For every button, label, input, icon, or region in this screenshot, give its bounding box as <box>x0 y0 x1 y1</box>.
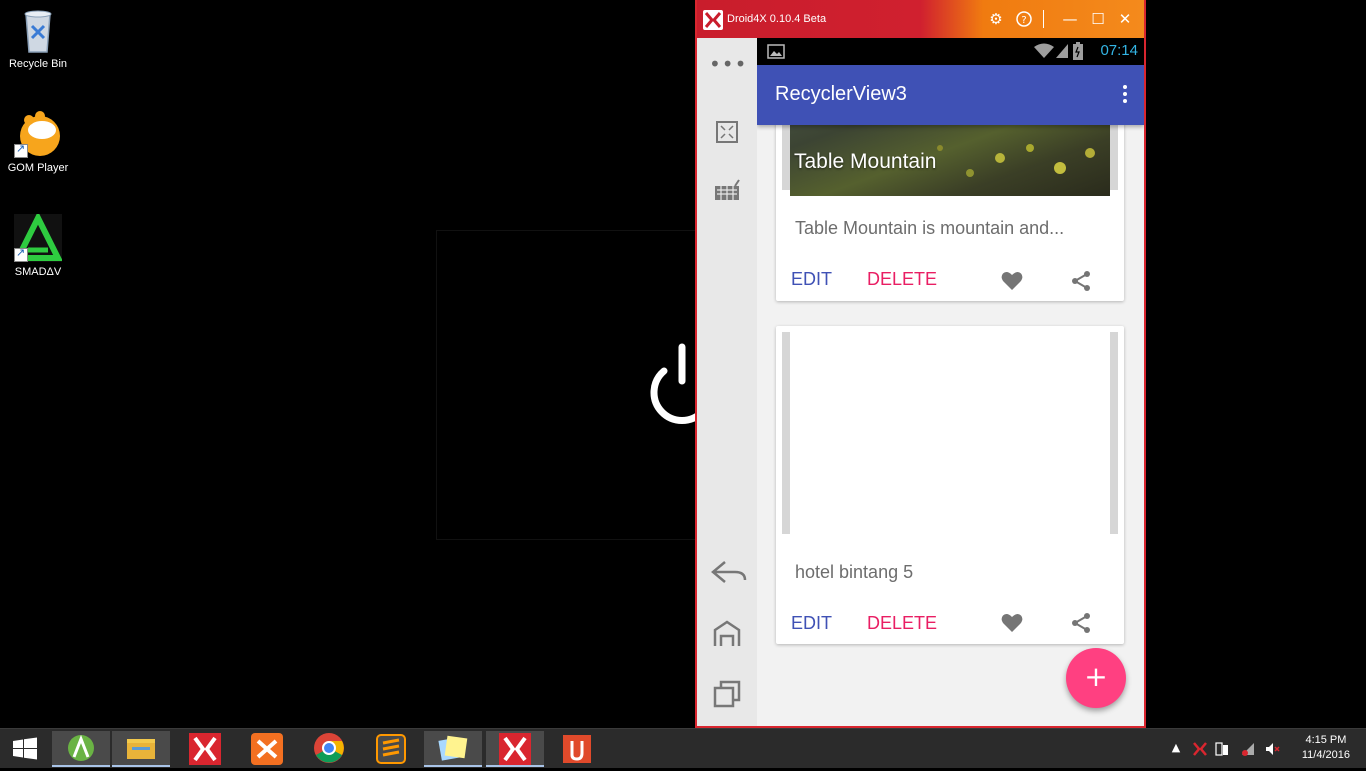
svg-text:?: ? <box>1021 15 1026 26</box>
edit-button[interactable]: EDIT <box>791 613 832 634</box>
app-bar: RecyclerView3 <box>757 65 1144 125</box>
fullscreen-icon[interactable] <box>709 114 745 150</box>
card-hotel: hotel bintang 5 EDIT DELETE <box>776 326 1124 644</box>
help-icon[interactable]: ? <box>1013 8 1035 30</box>
droid4x-logo-icon <box>703 10 723 30</box>
taskbar-file-explorer-icon[interactable] <box>112 731 170 767</box>
android-screen: 07:14 RecyclerView3 Table Mountain Table… <box>757 38 1144 726</box>
status-time: 07:14 <box>1100 42 1138 59</box>
gom-player-icon <box>14 110 62 158</box>
shortcut-arrow-icon <box>14 142 28 158</box>
title-separator <box>1043 10 1044 28</box>
emulator-window: Droid4X 0.10.4 Beta ⚙ ? — ☐ ✕ ••• 07:14 … <box>695 0 1146 728</box>
keyboard-icon[interactable] <box>709 174 745 210</box>
recent-apps-icon[interactable] <box>709 676 745 712</box>
favorite-heart-icon[interactable] <box>1000 269 1024 293</box>
favorite-heart-icon[interactable] <box>1000 611 1024 635</box>
taskbar-pdf-icon[interactable] <box>548 731 606 767</box>
taskbar-android-studio-icon[interactable] <box>52 731 110 767</box>
add-fab-button[interactable]: + <box>1066 648 1126 708</box>
overflow-menu-icon[interactable] <box>1120 85 1130 107</box>
card-description: hotel bintang 5 <box>795 562 914 582</box>
desktop-icon-smadav[interactable]: SMADΔV <box>0 211 76 278</box>
smadav-icon <box>13 211 63 262</box>
wifi-icon <box>1033 43 1055 63</box>
delete-button[interactable]: DELETE <box>867 269 937 290</box>
card-image-frame <box>782 332 1118 534</box>
minimize-icon[interactable]: — <box>1059 8 1081 30</box>
desktop-icon-recycle-bin[interactable]: Recycle Bin <box>0 6 76 70</box>
card-image-empty <box>790 332 1110 534</box>
back-icon[interactable] <box>709 554 747 590</box>
card-image-title: Table Mountain <box>794 150 937 173</box>
tray-network-icon[interactable] <box>1240 741 1256 757</box>
recycle-bin-label: Recycle Bin <box>8 58 68 70</box>
delete-button[interactable]: DELETE <box>867 613 937 634</box>
emulator-title: Droid4X 0.10.4 Beta <box>727 13 827 25</box>
card-description: Table Mountain is mountain and... <box>795 218 1065 238</box>
taskbar-chrome-icon[interactable] <box>300 731 358 767</box>
battery-icon <box>1073 42 1083 64</box>
recycle-bin-icon <box>14 6 62 54</box>
maximize-icon[interactable]: ☐ <box>1087 8 1109 30</box>
desktop-icon-gom-player[interactable]: GOM Player <box>0 110 76 174</box>
gom-player-label: GOM Player <box>7 162 69 174</box>
home-icon[interactable] <box>709 616 745 652</box>
app-title: RecyclerView3 <box>775 83 907 105</box>
emulator-title-bar[interactable]: Droid4X 0.10.4 Beta ⚙ ? — ☐ ✕ <box>697 0 1144 38</box>
signal-icon <box>1055 43 1069 63</box>
emulator-sidebar: ••• <box>697 38 757 726</box>
status-bar: 07:14 <box>757 38 1144 65</box>
taskbar-sublime-icon[interactable] <box>362 731 420 767</box>
smadav-label: SMADΔV <box>14 266 62 278</box>
clock-date: 11/4/2016 <box>1301 749 1350 761</box>
taskbar-droid4x-icon[interactable] <box>176 731 234 767</box>
tray-volume-muted-icon[interactable] <box>1264 741 1280 757</box>
shortcut-arrow-icon <box>14 246 28 262</box>
start-windows-icon[interactable] <box>0 731 50 767</box>
more-icon[interactable]: ••• <box>709 52 746 88</box>
taskbar-notes-icon[interactable] <box>424 731 482 767</box>
taskbar-droid4x-active-icon[interactable] <box>486 731 544 767</box>
settings-gear-icon[interactable]: ⚙ <box>985 8 1007 30</box>
close-icon[interactable]: ✕ <box>1114 8 1136 30</box>
tray-droid4x-icon[interactable] <box>1192 741 1208 757</box>
taskbar-clock[interactable]: 4:15 PM 11/4/2016 <box>1302 733 1350 763</box>
gallery-notification-icon <box>767 44 785 63</box>
share-icon[interactable] <box>1069 269 1093 293</box>
taskbar: ▲ 4:15 PM 11/4/2016 <box>0 728 1366 768</box>
share-icon[interactable] <box>1069 611 1093 635</box>
taskbar-xampp-icon[interactable] <box>238 731 296 767</box>
edit-button[interactable]: EDIT <box>791 269 832 290</box>
tray-device-icon[interactable] <box>1214 741 1230 757</box>
clock-time: 4:15 PM <box>1305 734 1347 746</box>
show-hidden-icons-chevron-icon[interactable]: ▲ <box>1168 741 1184 757</box>
desktop: Recycle Bin GOM Player SMADΔV <box>0 0 1366 728</box>
